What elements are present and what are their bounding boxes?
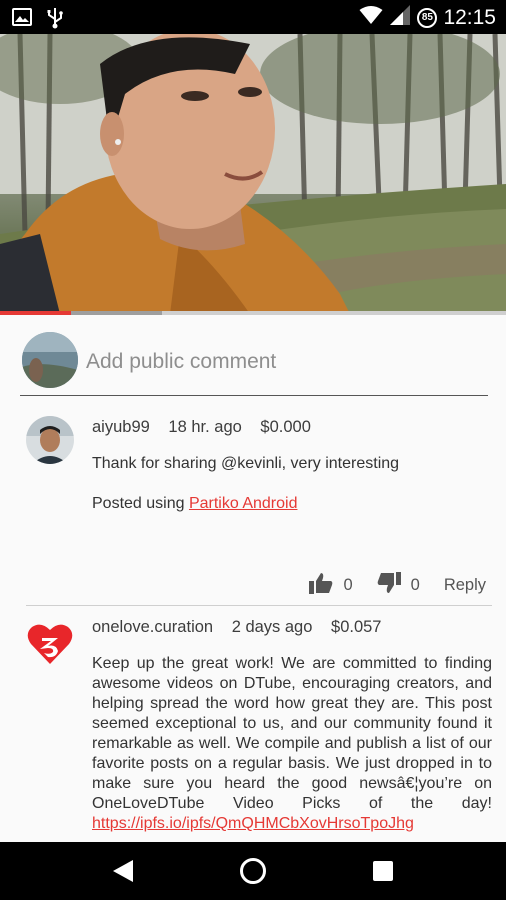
comment-payout: $0.000	[260, 418, 311, 436]
comment-posted-using: Posted using Partiko Android	[92, 494, 492, 514]
image-icon	[12, 7, 32, 34]
signal-icon	[389, 4, 411, 31]
avatar[interactable]	[26, 620, 74, 668]
reply-button[interactable]: Reply	[444, 576, 486, 595]
video-progress-bar[interactable]	[0, 311, 506, 315]
thumbs-down-icon[interactable]	[377, 572, 401, 599]
buffered-bar	[70, 311, 162, 315]
battery-icon: 85	[417, 7, 438, 28]
clock: 12:15	[443, 5, 496, 29]
comment-body: Keep up the great work! We are committed…	[92, 654, 492, 834]
comment-body: Thank for sharing @kevinli, very interes…	[92, 455, 400, 472]
comment-payout: $0.057	[331, 618, 382, 636]
usb-icon	[46, 7, 64, 34]
comment-time: 2 days ago	[231, 618, 313, 636]
wifi-icon	[359, 5, 383, 30]
navigation-bar	[0, 842, 506, 900]
comment-actions: 0 0 Reply	[309, 572, 486, 599]
like-count: 0	[343, 576, 353, 594]
comment-composer[interactable]: Add public comment	[20, 332, 488, 396]
comment-text: Keep up the great work! We are committed…	[92, 655, 492, 812]
played-bar	[0, 311, 71, 315]
comment-author[interactable]: onelove.curation	[92, 618, 213, 636]
comment-input[interactable]: Add public comment	[86, 350, 276, 374]
avatar	[22, 332, 78, 388]
video-player[interactable]	[0, 34, 506, 314]
divider	[26, 605, 492, 606]
comment-header: aiyub99 18 hr. ago $0.000	[92, 418, 325, 437]
posted-prefix: Posted using	[92, 495, 189, 512]
avatar[interactable]	[26, 416, 74, 464]
recent-apps-icon[interactable]	[373, 861, 393, 881]
comment-time: 18 hr. ago	[168, 418, 242, 436]
ipfs-link[interactable]: https://ipfs.io/ipfs/QmQHMCbXovHrsoTpoJh…	[92, 815, 414, 832]
comment-header: onelove.curation 2 days ago $0.057	[92, 618, 395, 637]
comment-author[interactable]: aiyub99	[92, 418, 150, 436]
home-icon[interactable]	[240, 858, 266, 884]
back-icon[interactable]	[112, 859, 134, 888]
status-bar: 85 12:15	[0, 0, 506, 34]
partiko-link[interactable]: Partiko Android	[189, 495, 298, 512]
thumbs-up-icon[interactable]	[309, 572, 333, 599]
dislike-count: 0	[410, 576, 420, 594]
